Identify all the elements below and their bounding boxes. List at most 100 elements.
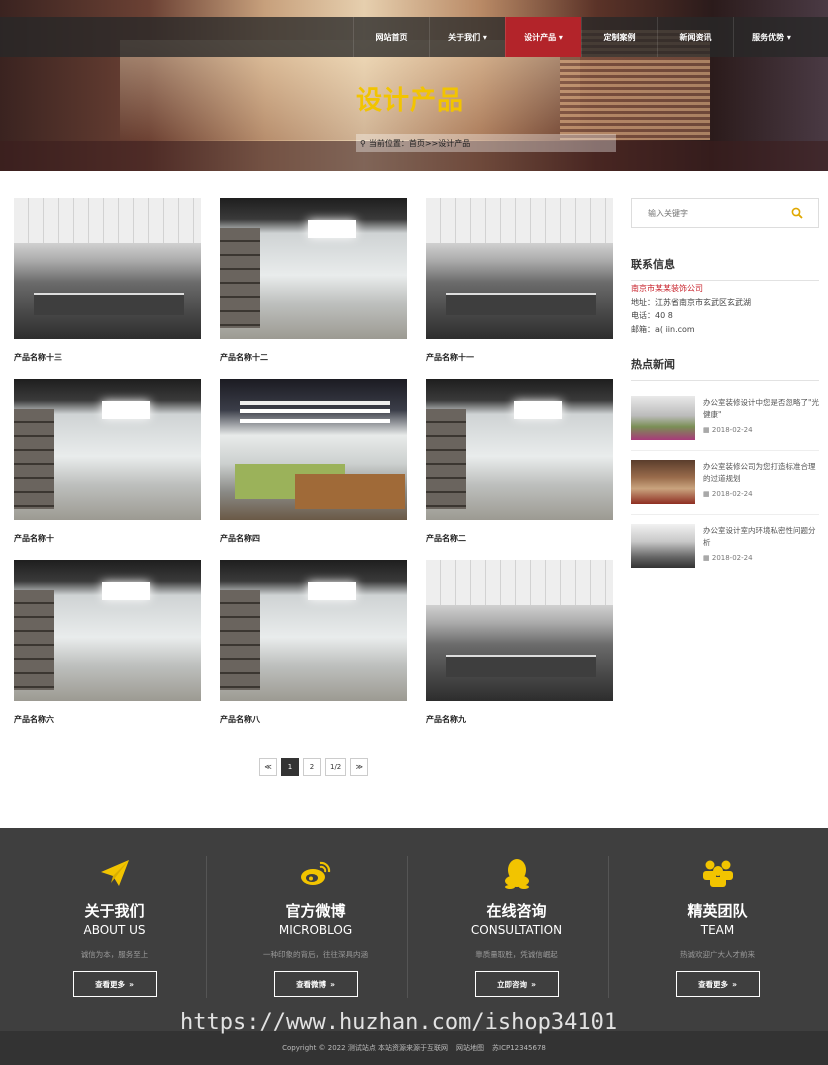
nav-item-about[interactable]: 关于我们 ▾ [429, 17, 505, 57]
contact-phone: 电话：40 8 [631, 311, 673, 320]
main-nav: 网站首页 关于我们 ▾ 设计产品 ▾ 定制案例 新闻资讯 服务优势 ▾ [0, 17, 828, 57]
chevron-right-icon: » [732, 979, 737, 989]
product-card[interactable]: 产品名称九 [426, 560, 613, 725]
product-card[interactable]: 产品名称十一 [426, 198, 613, 363]
news-title[interactable]: 办公室设计室内环境私密性问题分析 [703, 525, 819, 549]
page-2-button[interactable]: 2 [303, 758, 321, 776]
footer-col-about: 关于我们 ABOUT US 诚信为本，服务至上 查看更多» [14, 856, 215, 1028]
chevron-right-icon: » [129, 979, 134, 989]
button-label: 立即咨询 [497, 979, 528, 989]
product-image[interactable] [14, 560, 201, 701]
chevron-right-icon: » [531, 979, 536, 989]
news-item[interactable]: 办公室设计室内环境私密性问题分析 ▦ 2018-02-24 [631, 524, 819, 574]
team-more-button[interactable]: 查看更多» [675, 971, 760, 997]
news-thumbnail[interactable] [631, 460, 695, 504]
company-name: 南京市某某装饰公司 [631, 284, 703, 293]
product-title[interactable]: 产品名称九 [426, 714, 613, 725]
product-image[interactable] [426, 198, 613, 339]
footer-col-desc: 热诚欢迎广大人才前来 [680, 950, 755, 959]
footer-divider [608, 856, 609, 998]
news-date-text: 2018-02-24 [711, 554, 753, 562]
page-banner: 网站首页 关于我们 ▾ 设计产品 ▾ 定制案例 新闻资讯 服务优势 ▾ 设计产品… [0, 0, 828, 171]
product-image[interactable] [220, 560, 407, 701]
product-card[interactable]: 产品名称二 [426, 379, 613, 544]
page-summary: 1/2 [325, 758, 347, 776]
copyright-bar: Copyright © 2022 测试站点 本站资源来源于互联网 网站地图 苏I… [0, 1031, 828, 1065]
nav-item-news[interactable]: 新闻资讯 [657, 17, 733, 57]
footer-col-title: 在线咨询 [486, 902, 547, 920]
product-image[interactable] [220, 379, 407, 520]
weibo-icon [300, 861, 330, 885]
product-title[interactable]: 产品名称二 [426, 533, 613, 544]
news-divider [631, 514, 819, 515]
footer-col-team: 精英团队 TEAM 热诚欢迎广大人才前来 查看更多» [617, 856, 818, 1028]
paper-plane-icon [100, 860, 129, 886]
contact-info: 南京市某某装饰公司 地址：江苏省南京市玄武区玄武湖 电话：40 8 邮箱：a( … [631, 282, 751, 336]
news-thumbnail[interactable] [631, 524, 695, 568]
product-card[interactable]: 产品名称六 [14, 560, 201, 725]
news-date: ▦ 2018-02-24 [703, 554, 753, 562]
nav-item-cases[interactable]: 定制案例 [581, 17, 657, 57]
product-image[interactable] [14, 379, 201, 520]
product-title[interactable]: 产品名称十 [14, 533, 201, 544]
product-image[interactable] [426, 560, 613, 701]
product-card[interactable]: 产品名称十二 [220, 198, 407, 363]
search-box [631, 198, 819, 228]
product-card[interactable]: 产品名称四 [220, 379, 407, 544]
news-thumbnail[interactable] [631, 396, 695, 440]
news-divider [631, 450, 819, 451]
product-image[interactable] [220, 198, 407, 339]
search-input[interactable] [632, 208, 782, 218]
news-date-text: 2018-02-24 [711, 490, 753, 498]
weibo-view-button[interactable]: 查看微博» [273, 971, 358, 997]
product-title[interactable]: 产品名称十三 [14, 352, 201, 363]
footer-col-consult: 在线咨询 CONSULTATION 靠质量取胜，凭诚信崛起 立即咨询» [416, 856, 617, 1028]
nav-list: 网站首页 关于我们 ▾ 设计产品 ▾ 定制案例 新闻资讯 服务优势 ▾ [353, 17, 809, 57]
watermark-text: https://www.huzhan.com/ishop34101 [180, 1010, 618, 1035]
product-title[interactable]: 产品名称四 [220, 533, 407, 544]
product-image[interactable] [426, 379, 613, 520]
footer-col-title: 关于我们 [84, 902, 145, 920]
footer-col-subtitle: ABOUT US [83, 923, 146, 937]
search-button[interactable] [782, 199, 812, 227]
news-date: ▦ 2018-02-24 [703, 426, 753, 434]
team-icon [702, 860, 733, 887]
product-title[interactable]: 产品名称六 [14, 714, 201, 725]
page-prev-button[interactable]: ≪ [259, 758, 277, 776]
product-title[interactable]: 产品名称十二 [220, 352, 407, 363]
contact-address: 地址：江苏省南京市玄武区玄武湖 [631, 297, 751, 307]
footer-col-title: 官方微博 [285, 902, 346, 920]
news-item[interactable]: 办公室装修设计中您是否忽略了"光健康" ▦ 2018-02-24 [631, 396, 819, 446]
nav-item-services[interactable]: 服务优势 ▾ [733, 17, 809, 57]
page-1-button[interactable]: 1 [281, 758, 299, 776]
icp-link[interactable]: 苏ICP12345678 [492, 1043, 546, 1053]
location-pin-icon: ⚲ [360, 138, 366, 148]
calendar-icon: ▦ [703, 554, 710, 562]
qq-icon [504, 859, 529, 889]
product-title[interactable]: 产品名称十一 [426, 352, 613, 363]
consult-now-button[interactable]: 立即咨询» [474, 971, 559, 997]
footer-col-desc: 一种印象的背后，往往深具内涵 [263, 950, 368, 959]
nav-item-products[interactable]: 设计产品 ▾ [505, 17, 581, 57]
nav-item-home[interactable]: 网站首页 [353, 17, 429, 57]
page-next-button[interactable]: ≫ [350, 758, 369, 776]
news-title[interactable]: 办公室装修公司为您打造标准合理的过道规划 [703, 461, 819, 485]
pagination: ≪ 1 2 1/2 ≫ [259, 758, 369, 776]
news-title[interactable]: 办公室装修设计中您是否忽略了"光健康" [703, 397, 819, 421]
product-image[interactable] [14, 198, 201, 339]
footer-divider [206, 856, 207, 998]
news-item[interactable]: 办公室装修公司为您打造标准合理的过道规划 ▦ 2018-02-24 [631, 460, 819, 510]
button-label: 查看更多 [698, 979, 729, 989]
footer-col-desc: 靠质量取胜，凭诚信崛起 [475, 950, 558, 959]
about-more-button[interactable]: 查看更多» [72, 971, 157, 997]
copyright-text: Copyright © 2022 测试站点 本站资源来源于互联网 [282, 1044, 449, 1052]
sitemap-link[interactable]: 网站地图 [456, 1043, 484, 1053]
footer-col-subtitle: CONSULTATION [470, 923, 563, 937]
product-card[interactable]: 产品名称十三 [14, 198, 201, 363]
contact-heading: 联系信息 [631, 256, 819, 281]
product-card[interactable]: 产品名称八 [220, 560, 407, 725]
breadcrumb-text[interactable]: 当前位置：首页>>设计产品 [369, 138, 470, 149]
footer-col-desc: 诚信为本，服务至上 [80, 950, 149, 959]
product-card[interactable]: 产品名称十 [14, 379, 201, 544]
product-title[interactable]: 产品名称八 [220, 714, 407, 725]
